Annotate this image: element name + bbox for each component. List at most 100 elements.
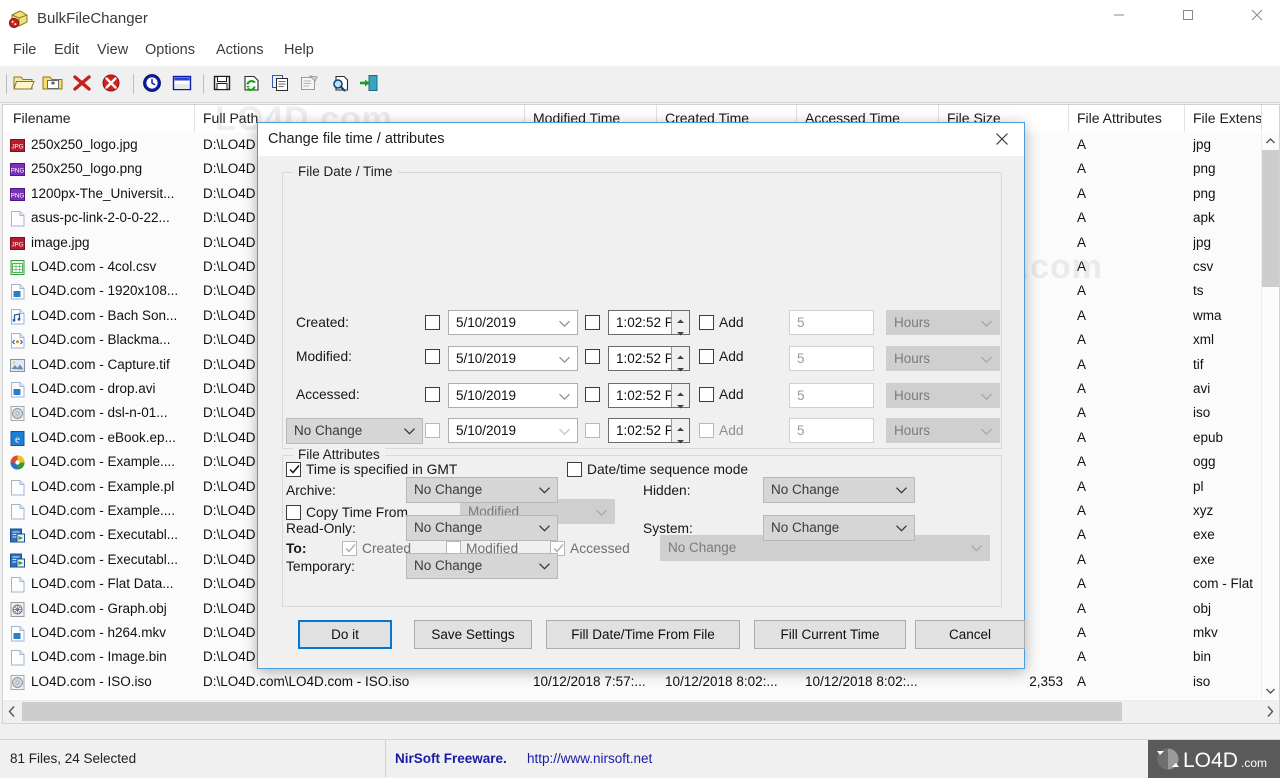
menu-options[interactable]: Options — [138, 42, 202, 62]
table-row[interactable]: LO4D.com - Lim.demD:\LO4D.com\LO4D.com -… — [3, 694, 1279, 699]
scroll-down-arrow[interactable] — [1262, 682, 1279, 699]
accessed-add-amount-field[interactable]: 5 — [789, 383, 874, 408]
modified-add-amount-value: 5 — [797, 347, 805, 370]
file-extension-cell: exe — [1193, 523, 1256, 547]
dialog-close-button[interactable] — [980, 123, 1024, 155]
obj-file-icon — [9, 601, 26, 618]
file-extension-cell: ogg — [1193, 450, 1256, 474]
created-date-combo[interactable]: 5/10/2019 — [448, 310, 578, 335]
created-add-unit-combo[interactable]: Hours — [886, 310, 1000, 335]
properties-window-icon[interactable] — [170, 72, 196, 96]
open-folder-icon[interactable] — [12, 72, 38, 96]
change-time-icon[interactable] — [140, 72, 166, 96]
scroll-left-arrow[interactable] — [3, 701, 22, 722]
jpg-file-icon: JPG — [9, 137, 26, 154]
cancel-button[interactable]: Cancel — [915, 620, 1025, 649]
remove-all-icon[interactable] — [99, 72, 125, 96]
file-extension-cell: png — [1193, 157, 1256, 181]
file-extension-cell: iso — [1193, 670, 1256, 694]
scroll-up-arrow[interactable] — [1262, 133, 1279, 150]
menu-view[interactable]: View — [90, 42, 135, 62]
table-row[interactable]: LO4D.com - ISO.isoD:\LO4D.com\LO4D.com -… — [3, 670, 1279, 694]
accessed-add-checkbox[interactable] — [699, 387, 714, 402]
accessed-add-unit-combo[interactable]: Hours — [886, 383, 1000, 408]
vertical-scrollbar[interactable] — [1261, 133, 1279, 699]
accessed-date-combo[interactable]: 5/10/2019 — [448, 383, 578, 408]
menu-edit[interactable]: Edit — [47, 42, 86, 62]
file-extension-cell: csv — [1193, 255, 1256, 279]
fill-date-time-from-file-button[interactable]: Fill Date/Time From File — [546, 620, 740, 649]
copy-icon[interactable] — [268, 72, 294, 96]
menu-file[interactable]: File — [6, 42, 43, 62]
filename-cell: LO4D.com - Graph.obj — [31, 597, 193, 621]
chevron-down-icon — [981, 347, 992, 370]
modified-time-checkbox[interactable] — [585, 349, 600, 364]
do-it-button[interactable]: Do it — [298, 620, 392, 649]
modified-add-amount-field[interactable]: 5 — [789, 346, 874, 371]
close-button[interactable] — [1234, 0, 1280, 30]
read-only-combo[interactable]: No Change — [406, 515, 558, 541]
accessed-date-checkbox[interactable] — [425, 387, 440, 402]
accessed-time-spinner[interactable] — [671, 384, 689, 407]
column-header[interactable]: Filename — [5, 105, 195, 132]
menu-help[interactable]: Help — [277, 42, 321, 62]
custom-time-spinner[interactable] — [671, 419, 689, 442]
system-combo[interactable]: No Change — [763, 515, 915, 541]
modified-date-checkbox[interactable] — [425, 349, 440, 364]
app-icon — [8, 8, 30, 30]
cancel-label: Cancel — [949, 627, 991, 642]
created-date-checkbox[interactable] — [425, 315, 440, 330]
html-report-icon[interactable] — [297, 72, 323, 96]
modified-add-checkbox[interactable] — [699, 349, 714, 364]
created-add-amount-field[interactable]: 5 — [789, 310, 874, 335]
custom-add-checkbox[interactable] — [699, 423, 714, 438]
custom-time-checkbox[interactable] — [585, 423, 600, 438]
custom-add-amount-field[interactable]: 5 — [789, 418, 874, 443]
hidden-combo[interactable]: No Change — [763, 477, 915, 503]
modified-time-spinner[interactable] — [671, 347, 689, 370]
remove-item-icon[interactable] — [70, 72, 96, 96]
custom-add-unit-combo[interactable]: Hours — [886, 418, 1000, 443]
fill-current-time-button[interactable]: Fill Current Time — [754, 620, 906, 649]
modified-date-combo[interactable]: 5/10/2019 — [448, 346, 578, 371]
horizontal-scrollbar-thumb[interactable] — [22, 702, 1122, 721]
column-header[interactable]: File Attributes — [1069, 105, 1185, 132]
menu-actions[interactable]: Actions — [209, 42, 271, 62]
custom-field-combo[interactable]: No Change — [286, 418, 423, 444]
read-only-value: No Change — [414, 516, 482, 540]
nirsoft-url[interactable]: http://www.nirsoft.net — [527, 751, 652, 766]
column-header[interactable]: File Extension — [1185, 105, 1262, 132]
temporary-combo[interactable]: No Change — [406, 553, 558, 579]
nirsoft-brand[interactable]: NirSoft Freeware. — [395, 751, 507, 766]
created-add-checkbox[interactable] — [699, 315, 714, 330]
exit-icon[interactable] — [357, 72, 383, 96]
file-extension-cell: mkv — [1193, 621, 1256, 645]
refresh-icon[interactable] — [239, 72, 265, 96]
file-attributes-cell: A — [1077, 548, 1179, 572]
save-settings-button[interactable]: Save Settings — [414, 620, 532, 649]
minimize-button[interactable] — [1096, 0, 1142, 30]
find-icon[interactable] — [328, 72, 354, 96]
vertical-scrollbar-thumb[interactable] — [1262, 150, 1279, 287]
created-time-spinner[interactable] — [671, 311, 689, 334]
file-attributes-cell: A — [1077, 328, 1179, 352]
modified-add-unit-combo[interactable]: Hours — [886, 346, 1000, 371]
accessed-time-checkbox[interactable] — [585, 387, 600, 402]
custom-time-field[interactable]: 1:02:52 PM — [608, 418, 690, 443]
modified-time-field[interactable]: 1:02:52 PM — [608, 346, 690, 371]
scroll-right-arrow[interactable] — [1260, 701, 1279, 722]
horizontal-scrollbar[interactable] — [3, 700, 1279, 723]
archive-combo[interactable]: No Change — [406, 477, 558, 503]
archive-value: No Change — [414, 478, 482, 502]
svg-text:e: e — [15, 433, 20, 445]
maximize-button[interactable] — [1165, 0, 1211, 30]
custom-date-combo[interactable]: 5/10/2019 — [448, 418, 578, 443]
created-time-checkbox[interactable] — [585, 315, 600, 330]
modified-label: Modified: — [296, 349, 352, 364]
created-time-cell: 11/28/2018 8:18:... — [665, 694, 791, 699]
add-folder-icon[interactable]: * — [41, 72, 67, 96]
created-time-field[interactable]: 1:02:52 PM — [608, 310, 690, 335]
custom-date-checkbox[interactable] — [425, 423, 440, 438]
accessed-time-field[interactable]: 1:02:52 PM — [608, 383, 690, 408]
save-icon[interactable] — [210, 72, 236, 96]
